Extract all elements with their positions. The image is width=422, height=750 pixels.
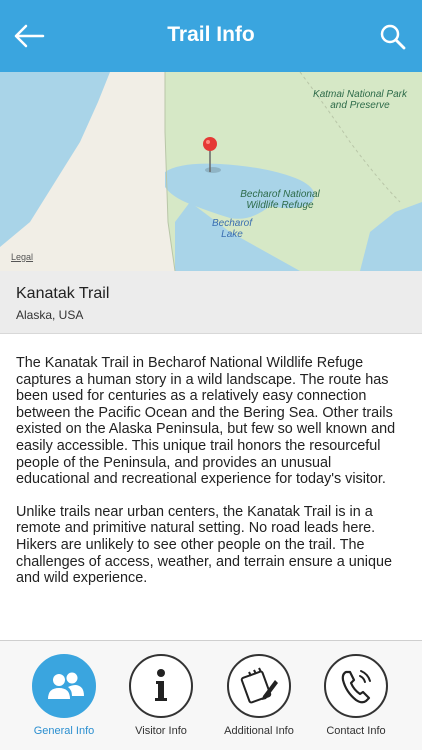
map-label-becharof-refuge: Becharof National Wildlife Refuge — [240, 189, 320, 211]
top-bar: Trail Info — [0, 0, 422, 72]
trail-description: The Kanatak Trail in Becharof National W… — [16, 355, 408, 603]
description-paragraph-1: The Kanatak Trail in Becharof National W… — [16, 355, 396, 488]
general-info-button[interactable] — [32, 654, 96, 718]
tab-label-additional-info: Additional Info — [224, 725, 294, 737]
trail-location: Alaska, USA — [16, 308, 84, 322]
tab-label-general-info: General Info — [33, 725, 95, 737]
info-icon — [155, 669, 167, 701]
search-button[interactable] — [378, 22, 408, 52]
trail-map[interactable]: Katmai National Park and Preserve Bechar… — [0, 72, 422, 271]
tab-visitor-info[interactable]: Visitor Info — [111, 654, 211, 744]
tab-contact-info[interactable]: Contact Info — [306, 654, 406, 744]
map-legal-link[interactable]: Legal — [11, 252, 33, 262]
page-title: Trail Info — [167, 23, 255, 46]
trail-name: Kanatak Trail — [16, 285, 110, 302]
search-icon — [380, 24, 406, 50]
phone-icon — [341, 670, 371, 704]
visitor-info-button[interactable] — [129, 654, 193, 718]
trail-header: Kanatak Trail Alaska, USA — [0, 271, 422, 334]
tab-label-visitor-info: Visitor Info — [135, 725, 187, 737]
notepad-pencil-icon — [240, 667, 278, 704]
map-label-becharof-lake: Becharof Lake — [211, 218, 253, 240]
tab-additional-info[interactable]: Additional Info — [209, 654, 309, 744]
people-icon — [48, 672, 84, 699]
map-label-katmai: Katmai National Park and Preserve — [313, 89, 407, 111]
tab-general-info[interactable]: General Info — [14, 654, 114, 744]
description-paragraph-2: Unlike trails near urban centers, the Ka… — [16, 503, 392, 587]
bottom-tab-bar: General Info Visitor Info Additional Inf… — [0, 640, 422, 750]
contact-info-button[interactable] — [324, 654, 388, 718]
tab-label-contact-info: Contact Info — [326, 725, 386, 737]
additional-info-button[interactable] — [227, 654, 291, 718]
